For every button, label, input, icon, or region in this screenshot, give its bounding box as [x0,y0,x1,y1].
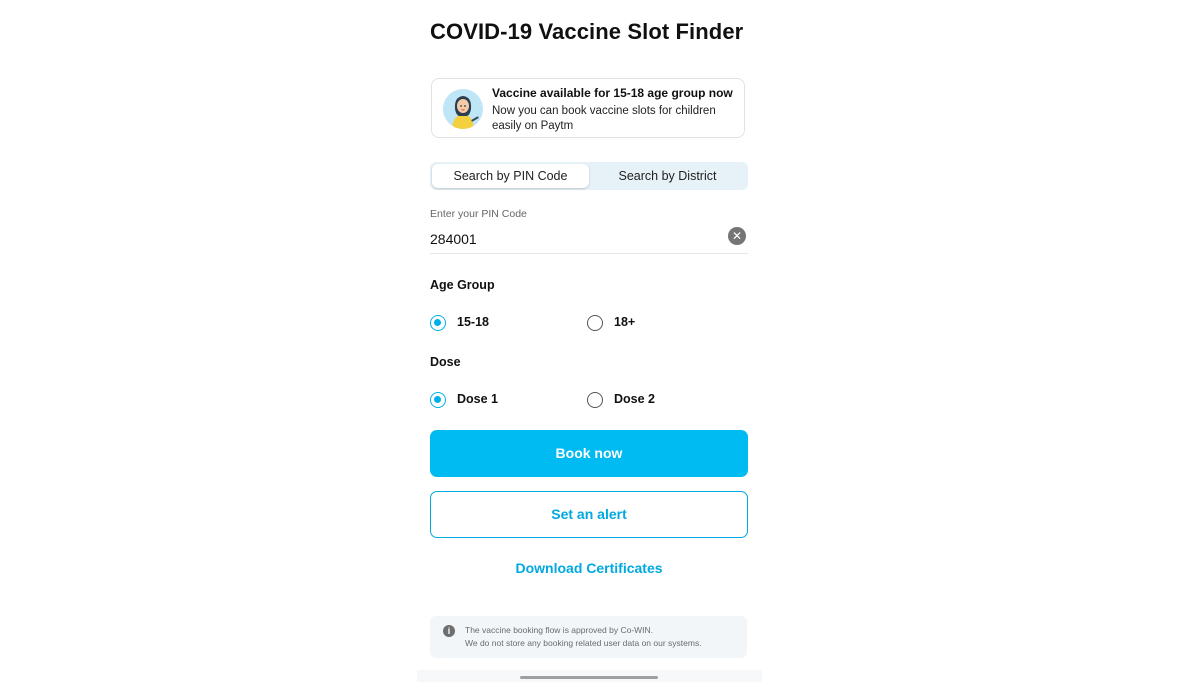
cowin-info-box: i The vaccine booking flow is approved b… [430,616,747,658]
book-now-button[interactable]: Book now [430,430,748,477]
info-line-1: The vaccine booking flow is approved by … [465,625,654,635]
download-certificates-link[interactable]: Download Certificates [430,560,748,576]
tab-search-by-district[interactable]: Search by District [589,164,746,188]
vaccine-girl-illustration-icon [443,89,483,129]
vaccine-slot-finder-screen: COVID-19 Vaccine Slot Finder Vaccine ava… [0,0,1200,682]
dose-label: Dose [430,355,461,369]
age-18-plus-radio[interactable] [587,315,603,331]
age-group-label: Age Group [430,278,495,292]
home-indicator-bar[interactable] [520,676,658,679]
info-text: The vaccine booking flow is approved by … [465,624,702,650]
banner-title: Vaccine available for 15-18 age group no… [492,86,733,100]
age-15-18-radio[interactable] [430,315,446,331]
set-alert-button[interactable]: Set an alert [430,491,748,538]
info-line-2: We do not store any booking related user… [465,638,702,648]
age-group-announcement-banner[interactable]: Vaccine available for 15-18 age group no… [431,78,745,138]
search-mode-toggle: Search by PIN Code Search by District [430,162,748,190]
tab-search-by-pin[interactable]: Search by PIN Code [432,164,589,188]
page-title: COVID-19 Vaccine Slot Finder [430,19,744,44]
banner-text: Now you can book vaccine slots for child… [492,105,716,132]
dose-2-label[interactable]: Dose 2 [614,392,655,406]
dose-2-radio[interactable] [587,392,603,408]
pin-field-label: Enter your PIN Code [430,208,527,220]
age-18-plus-label[interactable]: 18+ [614,315,635,329]
age-15-18-label[interactable]: 15-18 [457,315,489,329]
pin-field-underline [430,253,748,254]
info-icon: i [443,625,455,637]
dose-1-radio[interactable] [430,392,446,408]
dose-1-label[interactable]: Dose 1 [457,392,498,406]
pin-code-input[interactable] [430,228,720,250]
clear-icon[interactable]: ✕ [728,227,746,245]
